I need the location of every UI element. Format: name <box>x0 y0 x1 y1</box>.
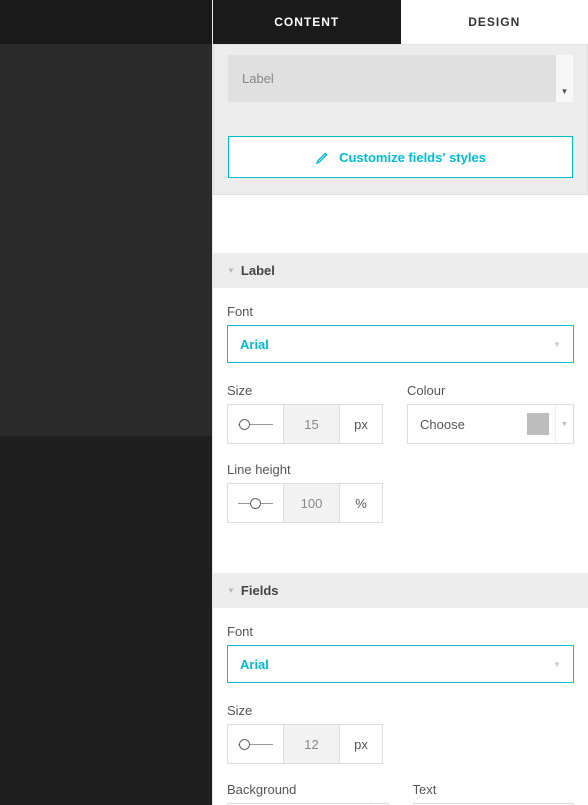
fields-font-select[interactable]: Arial ▼ <box>227 645 574 683</box>
size-label: Size <box>227 383 383 398</box>
colour-swatch <box>527 413 549 435</box>
sidebar-top <box>0 0 212 44</box>
customize-fields-label: Customize fields' styles <box>339 150 486 165</box>
label-input[interactable]: Label <box>228 55 555 102</box>
text-label: Text <box>413 782 575 797</box>
section-header-label[interactable]: ▼ Label <box>213 253 588 288</box>
collapse-icon: ▼ <box>227 266 235 275</box>
size-label: Size <box>227 703 383 718</box>
fields-size-slider[interactable] <box>228 725 284 763</box>
font-label: Font <box>227 624 574 639</box>
customize-fields-button[interactable]: Customize fields' styles <box>228 136 573 178</box>
label-lineheight-control: 100 % <box>227 483 383 523</box>
tab-design[interactable]: DESIGN <box>401 0 588 44</box>
section-body-label: Font Arial ▼ Size 15 px Colour Ch <box>213 288 588 545</box>
fields-size-control: 12 px <box>227 724 383 764</box>
slider-knob[interactable] <box>250 498 261 509</box>
label-lineheight-unit: % <box>340 484 382 522</box>
label-lineheight-slider[interactable] <box>228 484 284 522</box>
font-label: Font <box>227 304 574 319</box>
panel-tabs: CONTENT DESIGN <box>213 0 588 44</box>
top-fields-area: Label ▼ Customize fields' styles <box>213 44 588 195</box>
slider-knob[interactable] <box>239 739 250 750</box>
chevron-down-icon: ▼ <box>555 405 573 443</box>
pencil-icon <box>315 149 331 165</box>
line-height-label: Line height <box>227 462 383 477</box>
fields-font-value: Arial <box>240 657 269 672</box>
label-colour-select[interactable]: Choose ▼ <box>407 404 574 444</box>
fields-size-unit: px <box>340 725 382 763</box>
section-spacer <box>213 545 588 573</box>
design-panel: CONTENT DESIGN Label ▼ Customize fields'… <box>212 0 588 805</box>
tab-content[interactable]: CONTENT <box>213 0 401 44</box>
chevron-down-icon: ▼ <box>553 660 561 669</box>
collapse-icon: ▼ <box>227 586 235 595</box>
panel-scroll[interactable]: Label ▼ Customize fields' styles ▼ Label… <box>213 44 588 805</box>
section-body-fields: Font Arial ▼ Size 12 px Background <box>213 608 588 805</box>
background-label: Background <box>227 782 389 797</box>
colour-label: Colour <box>407 383 574 398</box>
label-colour-value: Choose <box>408 417 527 432</box>
label-input-wrap: Label ▼ <box>228 55 573 102</box>
label-font-value: Arial <box>240 337 269 352</box>
label-dropdown-toggle[interactable]: ▼ <box>555 55 573 102</box>
sidebar-bottom <box>0 436 212 805</box>
label-size-unit: px <box>340 405 382 443</box>
section-spacer <box>213 195 588 253</box>
chevron-down-icon: ▼ <box>553 340 561 349</box>
left-sidebar <box>0 0 212 805</box>
label-size-control: 15 px <box>227 404 383 444</box>
section-header-fields[interactable]: ▼ Fields <box>213 573 588 608</box>
fields-size-value[interactable]: 12 <box>284 725 340 763</box>
label-lineheight-value[interactable]: 100 <box>284 484 340 522</box>
slider-knob[interactable] <box>239 419 250 430</box>
sidebar-mid <box>0 44 212 436</box>
label-size-slider[interactable] <box>228 405 284 443</box>
label-size-value[interactable]: 15 <box>284 405 340 443</box>
label-font-select[interactable]: Arial ▼ <box>227 325 574 363</box>
section-title-label: Label <box>241 263 275 278</box>
section-title-fields: Fields <box>241 583 279 598</box>
